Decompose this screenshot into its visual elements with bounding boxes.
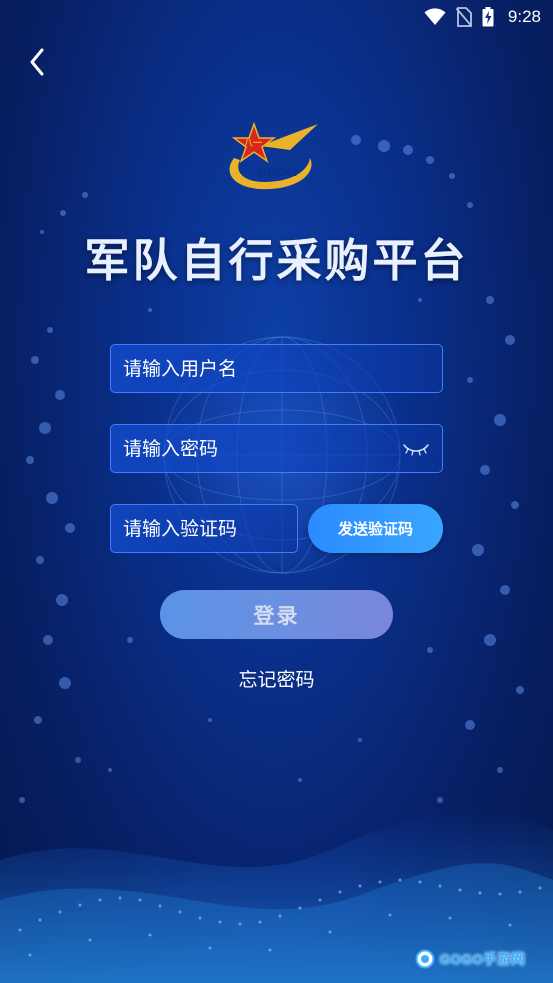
watermark-logo-icon [415,949,435,969]
svg-text:八一: 八一 [243,138,262,148]
username-field[interactable] [110,344,443,393]
login-button[interactable]: 登录 [160,590,393,639]
username-input[interactable] [123,345,442,392]
verification-code-field[interactable] [110,504,298,553]
logo-text: JUNDUI [257,167,299,179]
forgot-password-link[interactable]: 忘记密码 [0,665,553,692]
login-screen: 9:28 八一 JUNDUI 军队自行采购平台 发送验证码 登录 [0,0,553,983]
app-logo: 八一 JUNDUI [229,121,318,190]
password-input[interactable] [123,425,398,472]
verification-code-input[interactable] [123,505,297,552]
send-code-button[interactable]: 发送验证码 [308,504,443,553]
watermark-text: GOGO手游网 [439,951,525,967]
status-bar: 9:28 [0,0,553,34]
back-button[interactable] [22,46,54,78]
status-time: 9:28 [507,7,541,26]
eye-closed-icon[interactable] [402,440,430,458]
chevron-left-icon [30,48,44,76]
password-field[interactable] [110,424,443,473]
wifi-icon [424,8,446,25]
no-sim-icon [455,7,472,27]
app-title: 军队自行采购平台 [84,234,469,287]
battery-charging-icon [482,7,494,27]
watermark: GOGO手游网 [415,949,525,969]
